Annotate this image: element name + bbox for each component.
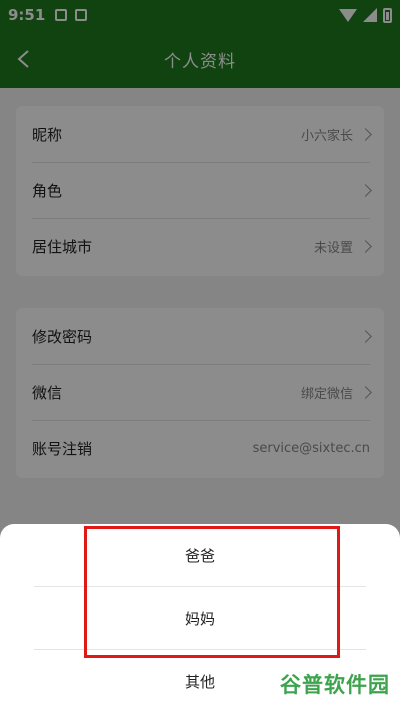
highlight-box — [84, 526, 340, 658]
watermark-logo: 谷普软件园 — [280, 673, 390, 697]
